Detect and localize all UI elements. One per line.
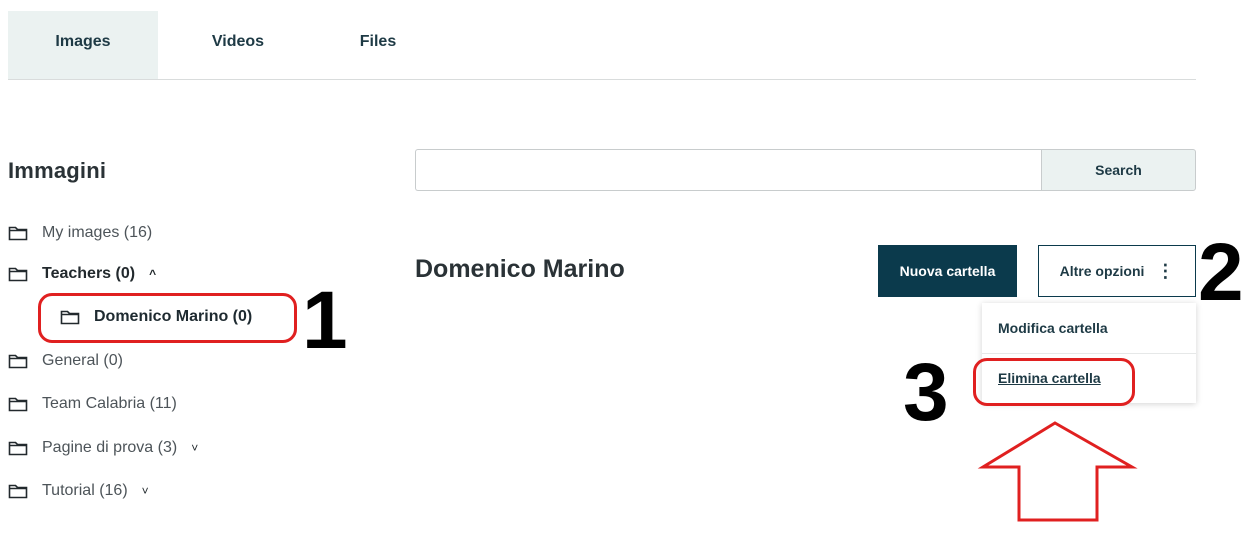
media-tabs: Images Videos Files — [8, 11, 1196, 80]
more-options-button[interactable]: Altre opzioni ⋮ — [1038, 245, 1196, 297]
annotation-highlight-domenico-marino — [38, 293, 297, 343]
annotation-arrow-up-icon — [977, 421, 1138, 522]
sidebar-item-tutorial[interactable]: Tutorial (16) ˅ — [8, 482, 149, 500]
folder-icon — [8, 441, 28, 456]
sidebar-item-label: General (0) — [42, 352, 123, 369]
tab-images[interactable]: Images — [8, 11, 158, 79]
folder-icon — [8, 484, 28, 499]
sidebar-item-team-calabria[interactable]: Team Calabria (11) — [8, 395, 177, 413]
new-folder-button[interactable]: Nuova cartella — [878, 245, 1017, 297]
sidebar-item-label: My images (16) — [42, 224, 153, 241]
annotation-step-3: 3 — [903, 347, 949, 438]
sidebar-item-label: Teachers (0) — [42, 265, 136, 282]
chevron-down-icon[interactable]: ˅ — [191, 441, 198, 455]
chevron-up-icon[interactable]: ^ — [149, 267, 156, 281]
sidebar-item-label: Tutorial (16) — [42, 482, 128, 499]
sidebar-item-my-images[interactable]: My images (16) — [8, 224, 152, 242]
folder-icon — [8, 354, 28, 369]
sidebar-item-label: Team Calabria (11) — [42, 395, 177, 412]
search-button[interactable]: Search — [1041, 149, 1196, 191]
menu-divider — [982, 353, 1196, 354]
tab-videos[interactable]: Videos — [188, 11, 288, 79]
tab-files[interactable]: Files — [328, 11, 428, 79]
sidebar-item-teachers[interactable]: Teachers (0) ^ — [8, 265, 156, 283]
edit-folder-menu-item[interactable]: Modifica cartella — [998, 320, 1108, 336]
annotation-step-2: 2 — [1198, 227, 1244, 318]
folder-icon — [8, 397, 28, 412]
sidebar-item-general[interactable]: General (0) — [8, 352, 123, 370]
sidebar-item-label: Pagine di prova (3) — [42, 439, 178, 456]
annotation-highlight-delete-folder — [973, 358, 1135, 406]
annotation-step-1: 1 — [302, 275, 348, 366]
search-input[interactable] — [415, 149, 1041, 191]
sidebar-item-pagine-di-prova[interactable]: Pagine di prova (3) ˅ — [8, 439, 198, 457]
more-options-label: Altre opzioni — [1059, 263, 1145, 279]
kebab-menu-icon: ⋮ — [1156, 261, 1175, 281]
sidebar-title: Immagini — [8, 158, 107, 183]
chevron-down-icon[interactable]: ˅ — [142, 484, 149, 498]
folder-title: Domenico Marino — [415, 255, 625, 283]
folder-icon — [8, 267, 28, 282]
folder-icon — [8, 226, 28, 241]
